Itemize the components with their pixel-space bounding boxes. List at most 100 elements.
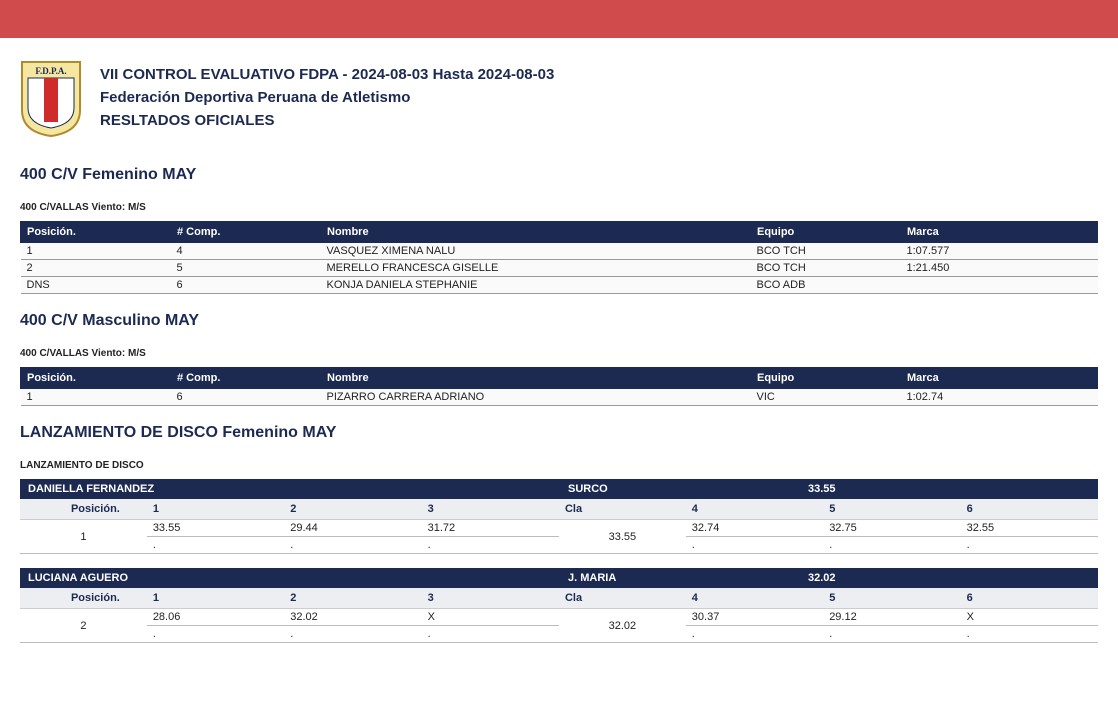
cell-marca: 1:02.74 — [901, 389, 1098, 406]
col-comp: # Comp. — [171, 368, 321, 389]
t5a: 29.12 — [823, 609, 960, 626]
cell-equipo: VIC — [751, 389, 901, 406]
event-title-line: VII CONTROL EVALUATIVO FDPA - 2024-08-03… — [100, 66, 554, 83]
t2a: 29.44 — [284, 520, 421, 537]
logo-text: F.D.P.A. — [35, 66, 66, 76]
col-5: 5 — [823, 499, 960, 520]
athlete-best: 32.02 — [800, 568, 1098, 588]
col-4: 4 — [686, 588, 823, 609]
cla: 32.02 — [559, 609, 686, 643]
col-6: 6 — [961, 499, 1098, 520]
throw-header: LUCIANA AGUERO J. MARIA 32.02 — [20, 568, 1098, 588]
event-400cv-fem: 400 C/V Femenino MAY 400 C/VALLAS Viento… — [0, 166, 1118, 294]
athlete-team: J. MARIA — [560, 568, 800, 588]
throw-block: LUCIANA AGUERO J. MARIA 32.02 Posición. … — [20, 568, 1098, 643]
cell-nombre: MERELLO FRANCESCA GISELLE — [321, 260, 751, 277]
t3b: . — [422, 626, 559, 643]
t2b: . — [284, 626, 421, 643]
event-disco-fem: LANZAMIENTO DE DISCO Femenino MAY LANZAM… — [0, 424, 1118, 643]
table-row: DNS 6 KONJA DANIELA STEPHANIE BCO ADB — [21, 277, 1098, 294]
event-400cv-masc: 400 C/V Masculino MAY 400 C/VALLAS Vient… — [0, 312, 1118, 406]
top-bar — [0, 0, 1118, 38]
cell-pos: DNS — [21, 277, 171, 294]
athlete-name: LUCIANA AGUERO — [20, 568, 560, 588]
fdpa-logo: F.D.P.A. — [20, 60, 82, 138]
results-table: Posición. # Comp. Nombre Equipo Marca 1 … — [20, 367, 1098, 406]
col-6: 6 — [961, 588, 1098, 609]
event-title: 400 C/V Femenino MAY — [20, 166, 1098, 184]
athlete-name: DANIELLA FERNANDEZ — [20, 479, 560, 499]
t6b: . — [961, 537, 1098, 554]
throw-row-a: 2 28.06 32.02 X 32.02 30.37 29.12 X — [20, 609, 1098, 626]
cell-pos: 1 — [21, 389, 171, 406]
col-cla: Cla — [559, 499, 686, 520]
t2a: 32.02 — [284, 609, 421, 626]
cla: 33.55 — [559, 520, 686, 554]
cell-comp: 6 — [171, 389, 321, 406]
t4a: 30.37 — [686, 609, 823, 626]
cell-marca: 1:21.450 — [901, 260, 1098, 277]
cell-nombre: KONJA DANIELA STEPHANIE — [321, 277, 751, 294]
header: F.D.P.A. VII CONTROL EVALUATIVO FDPA - 2… — [0, 60, 1118, 138]
col-2: 2 — [284, 499, 421, 520]
place: 1 — [20, 520, 147, 554]
t5b: . — [823, 537, 960, 554]
t3a: 31.72 — [422, 520, 559, 537]
table-row: 2 5 MERELLO FRANCESCA GISELLE BCO TCH 1:… — [21, 260, 1098, 277]
cell-pos: 2 — [21, 260, 171, 277]
throw-header: DANIELLA FERNANDEZ SURCO 33.55 — [20, 479, 1098, 499]
col-2: 2 — [284, 588, 421, 609]
t6a: X — [961, 609, 1098, 626]
event-subtitle: 400 C/VALLAS Viento: M/S — [20, 348, 1098, 359]
cell-equipo: BCO TCH — [751, 243, 901, 260]
t1b: . — [147, 626, 284, 643]
cell-comp: 6 — [171, 277, 321, 294]
cell-marca — [901, 277, 1098, 294]
results-table: Posición. # Comp. Nombre Equipo Marca 1 … — [20, 221, 1098, 294]
cell-equipo: BCO ADB — [751, 277, 901, 294]
col-posicion: Posición. — [20, 499, 147, 520]
t1a: 33.55 — [147, 520, 284, 537]
throw-table: Posición. 1 2 3 Cla 4 5 6 1 33.55 29.44 … — [20, 499, 1098, 554]
col-equipo: Equipo — [751, 368, 901, 389]
col-marca: Marca — [901, 368, 1098, 389]
t2b: . — [284, 537, 421, 554]
t4b: . — [686, 626, 823, 643]
col-posicion: Posición. — [21, 222, 171, 243]
cell-equipo: BCO TCH — [751, 260, 901, 277]
cell-comp: 5 — [171, 260, 321, 277]
cell-nombre: VASQUEZ XIMENA NALU — [321, 243, 751, 260]
table-row: 1 4 VASQUEZ XIMENA NALU BCO TCH 1:07.577 — [21, 243, 1098, 260]
col-3: 3 — [422, 588, 559, 609]
t3b: . — [422, 537, 559, 554]
col-marca: Marca — [901, 222, 1098, 243]
col-1: 1 — [147, 588, 284, 609]
t1a: 28.06 — [147, 609, 284, 626]
place: 2 — [20, 609, 147, 643]
event-title: 400 C/V Masculino MAY — [20, 312, 1098, 330]
t3a: X — [422, 609, 559, 626]
col-nombre: Nombre — [321, 222, 751, 243]
col-comp: # Comp. — [171, 222, 321, 243]
col-4: 4 — [686, 499, 823, 520]
t5b: . — [823, 626, 960, 643]
t5a: 32.75 — [823, 520, 960, 537]
throw-row-a: 1 33.55 29.44 31.72 33.55 32.74 32.75 32… — [20, 520, 1098, 537]
federation-name: Federación Deportiva Peruana de Atletism… — [100, 89, 554, 106]
throw-block: DANIELLA FERNANDEZ SURCO 33.55 Posición.… — [20, 479, 1098, 554]
col-equipo: Equipo — [751, 222, 901, 243]
event-title: LANZAMIENTO DE DISCO Femenino MAY — [20, 424, 1098, 442]
col-posicion: Posición. — [20, 588, 147, 609]
throw-table: Posición. 1 2 3 Cla 4 5 6 2 28.06 32.02 … — [20, 588, 1098, 643]
athlete-team: SURCO — [560, 479, 800, 499]
table-row: 1 6 PIZARRO CARRERA ADRIANO VIC 1:02.74 — [21, 389, 1098, 406]
col-3: 3 — [422, 499, 559, 520]
athlete-best: 33.55 — [800, 479, 1098, 499]
col-nombre: Nombre — [321, 368, 751, 389]
col-5: 5 — [823, 588, 960, 609]
header-text: VII CONTROL EVALUATIVO FDPA - 2024-08-03… — [100, 60, 554, 129]
cell-marca: 1:07.577 — [901, 243, 1098, 260]
col-posicion: Posición. — [21, 368, 171, 389]
event-subtitle: 400 C/VALLAS Viento: M/S — [20, 202, 1098, 213]
cell-comp: 4 — [171, 243, 321, 260]
